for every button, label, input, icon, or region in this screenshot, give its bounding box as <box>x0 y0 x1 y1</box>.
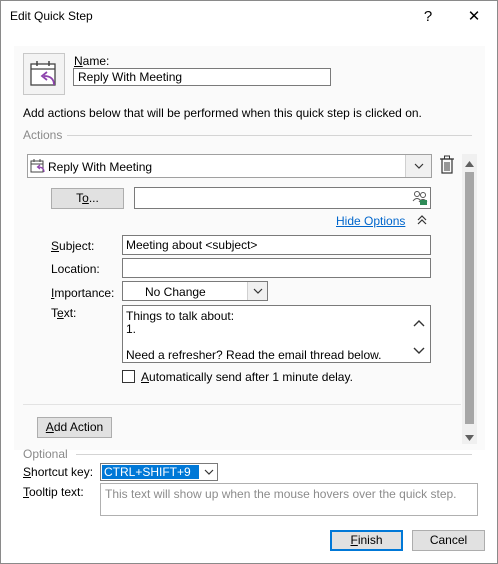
edit-quick-step-dialog: Edit Quick Step ? ✕ Name: Reply With Mee… <box>0 0 498 564</box>
auto-send-label: Automatically send after 1 minute delay. <box>141 370 353 384</box>
chevron-down-icon[interactable] <box>200 464 217 480</box>
scroll-up-icon[interactable] <box>465 156 474 170</box>
to-input[interactable] <box>134 187 431 209</box>
shortcut-key-value: CTRL+SHIFT+9 <box>102 465 199 479</box>
optional-section-label: Optional <box>23 447 68 461</box>
actions-inner-divider <box>23 404 461 405</box>
shortcut-key-select[interactable]: CTRL+SHIFT+9 <box>100 463 218 481</box>
importance-value: No Change <box>145 285 206 299</box>
add-action-button[interactable]: Add Action <box>37 417 112 438</box>
text-label: Text: <box>51 306 77 320</box>
location-label: Location: <box>51 262 100 276</box>
actions-scrollbar[interactable] <box>462 154 477 444</box>
help-button[interactable]: ? <box>405 1 451 31</box>
scrollbar-thumb[interactable] <box>465 172 474 424</box>
action-dropdown[interactable]: Reply With Meeting <box>27 154 432 178</box>
subject-input[interactable]: Meeting about <subject> <box>122 235 431 255</box>
scroll-down-icon[interactable] <box>465 430 474 444</box>
to-button[interactable]: To... <box>51 188 124 209</box>
calendar-reply-icon <box>30 159 46 177</box>
hide-options-link[interactable]: Hide Options <box>336 214 405 228</box>
delete-action-icon[interactable] <box>439 155 455 175</box>
title-bar: Edit Quick Step ? ✕ <box>1 1 497 31</box>
body-textarea[interactable]: Things to talk about: 1. Need a refreshe… <box>122 305 431 363</box>
body-line: Things to talk about: <box>126 309 235 323</box>
subject-label: Subject: <box>51 239 95 253</box>
actions-divider <box>67 135 472 136</box>
help-icon: ? <box>423 7 433 25</box>
actions-section-label: Actions <box>23 128 63 142</box>
instructions-text: Add actions below that will be performed… <box>23 106 422 120</box>
action-value: Reply With Meeting <box>48 160 153 174</box>
chevron-down-icon[interactable] <box>413 344 425 358</box>
name-label: Name: <box>74 54 110 68</box>
location-input[interactable] <box>122 258 431 278</box>
chevron-up-icon[interactable] <box>413 316 425 330</box>
importance-select[interactable]: No Change <box>122 281 268 301</box>
tooltip-text-label: Tooltip text: <box>23 485 84 499</box>
importance-label: Importance: <box>51 286 115 300</box>
auto-send-checkbox[interactable] <box>122 370 135 383</box>
chevron-down-icon[interactable] <box>247 282 267 300</box>
name-input[interactable]: Reply With Meeting <box>73 68 331 86</box>
tooltip-text-input[interactable]: This text will show up when the mouse ho… <box>100 483 478 516</box>
body-line: Need a refresher? Read the email thread … <box>126 348 382 362</box>
finish-button[interactable]: Finish <box>330 530 403 551</box>
body-line: 1. <box>126 322 137 336</box>
close-button[interactable]: ✕ <box>451 1 497 31</box>
address-book-icon[interactable] <box>412 190 428 209</box>
body-scrollbar[interactable] <box>408 306 430 362</box>
double-chevron-up-icon[interactable] <box>417 214 427 225</box>
optional-divider <box>76 454 472 455</box>
calendar-reply-icon[interactable] <box>23 53 65 95</box>
shortcut-key-label: Shortcut key: <box>23 465 94 479</box>
dialog-title: Edit Quick Step <box>10 9 93 23</box>
chevron-down-icon[interactable] <box>405 155 431 177</box>
cancel-button[interactable]: Cancel <box>412 530 485 551</box>
close-icon: ✕ <box>467 8 481 25</box>
